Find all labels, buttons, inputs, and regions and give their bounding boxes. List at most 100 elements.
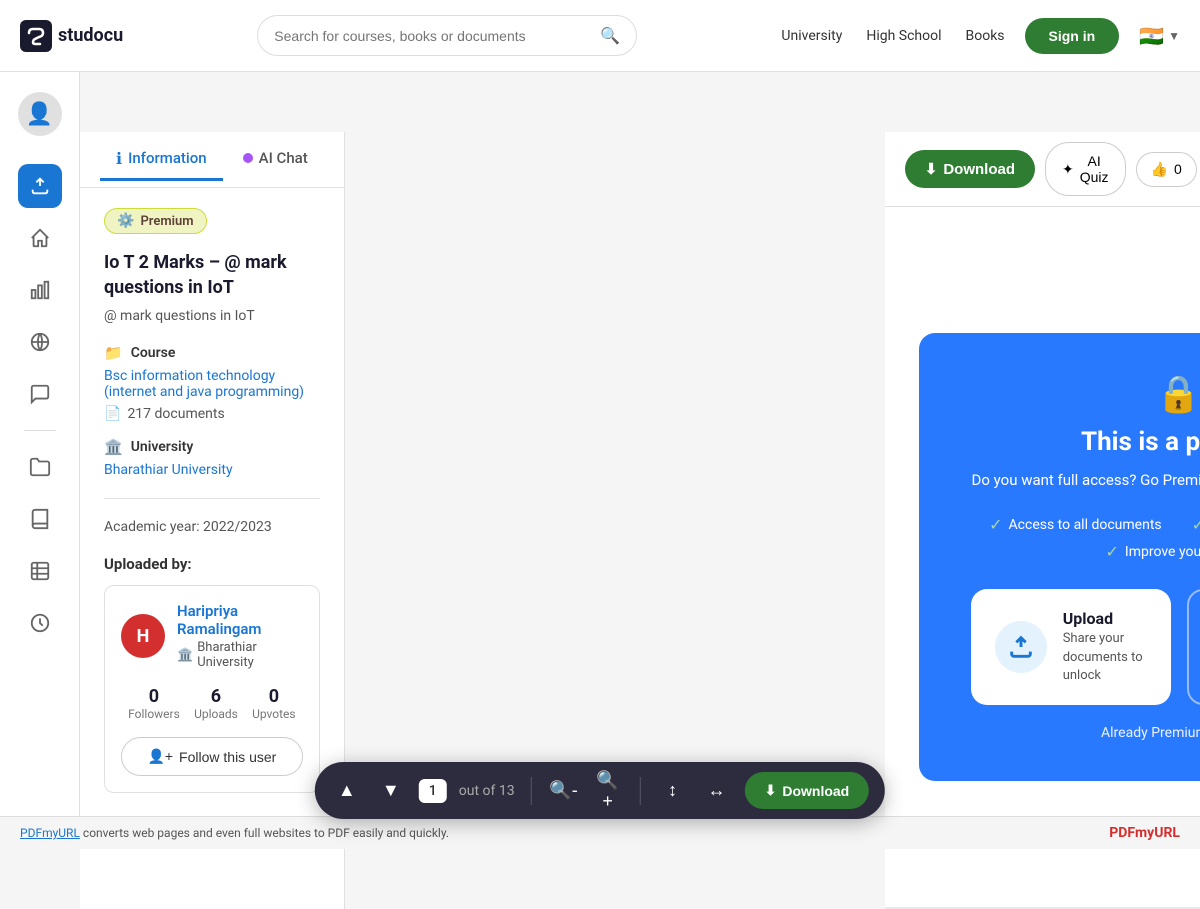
fit-width-button[interactable]: ↕	[657, 775, 689, 807]
preview-actions: Upload Share your documents to unlock ⚙️…	[969, 589, 1200, 705]
language-selector[interactable]: 🇮🇳 ▼	[1139, 24, 1180, 48]
sidebar-home-icon[interactable]	[18, 216, 62, 260]
icon-sidebar: 👤	[0, 72, 80, 849]
upload-card-desc: Share your documents to unlock	[1063, 630, 1147, 685]
preview-subtitle: Do you want full access? Go Premium and …	[969, 469, 1200, 492]
upvotes-count: 0	[252, 686, 296, 707]
footer-description: converts web pages and even full website…	[83, 826, 449, 840]
download-button-bottom[interactable]: ⬇ Download	[745, 772, 870, 809]
sidebar-globe-icon[interactable]	[18, 320, 62, 364]
bottom-navigation-bar: ▲ ▼ 1 out of 13 🔍- 🔍+ ↕ ↔ ⬇ Download	[315, 762, 885, 819]
scroll-down-button[interactable]: ▼	[375, 775, 407, 807]
document-icon: 📄	[104, 406, 121, 422]
main-content: ⬇ Download ✦ AI Quiz 👍 0 👎 🔖 Save ↪ Shar…	[885, 132, 1200, 909]
zoom-in-button[interactable]: 🔍+	[592, 775, 624, 807]
info-icon: ℹ	[116, 149, 122, 168]
download-button-top[interactable]: ⬇ Download	[905, 150, 1035, 188]
feature-downloads: ✓ Get Unlimited Downloads	[1192, 515, 1200, 534]
divider-1	[104, 498, 320, 499]
university-icon: 🏛️	[104, 438, 123, 456]
tab-information[interactable]: ℹ Information	[100, 139, 223, 181]
info-content: ⚙️ Premium Io T 2 Marks – @ mark questio…	[80, 188, 344, 813]
sidebar-booklet-icon[interactable]	[18, 549, 62, 593]
quiz-icon: ✦	[1062, 161, 1074, 178]
lock-icon: 🔒	[969, 373, 1200, 415]
uploader-avatar: H	[121, 614, 165, 658]
preview-card: 🔒 This is a preview Do you want full acc…	[919, 333, 1200, 781]
features-row-1: ✓ Access to all documents ✓ Get Unlimite…	[989, 515, 1200, 534]
check-icon-2: ✓	[1192, 515, 1200, 534]
preview-features: ✓ Access to all documents ✓ Get Unlimite…	[969, 515, 1200, 561]
flag-icon: 🇮🇳	[1139, 24, 1164, 48]
uploads-count: 6	[194, 686, 238, 707]
uploader-card: H Haripriya Ramalingam 🏛️ Bharathiar Uni…	[104, 585, 320, 793]
check-icon-1: ✓	[989, 515, 1002, 534]
document-action-bar: ⬇ Download ✦ AI Quiz 👍 0 👎 🔖 Save ↪ Shar…	[885, 132, 1200, 207]
page-total: out of 13	[459, 783, 515, 799]
uploader-stats: 0 Followers 6 Uploads 0 Upvotes	[121, 686, 303, 721]
check-icon-3: ✓	[1106, 542, 1119, 561]
sidebar-divider	[24, 430, 56, 431]
course-section: 📁 Course Bsc information technology (int…	[104, 344, 320, 422]
footer-text: PDFmyURL converts web pages and even ful…	[20, 826, 449, 840]
ai-dot-icon	[243, 153, 253, 163]
zoom-out-button[interactable]: 🔍-	[548, 775, 580, 807]
course-link[interactable]: Bsc information technology (internet and…	[104, 368, 304, 400]
sidebar-book-icon[interactable]	[18, 497, 62, 541]
feature-docs: ✓ Access to all documents	[989, 515, 1162, 534]
preview-title: This is a preview	[969, 427, 1200, 457]
document-subtitle: @ mark questions in IoT	[104, 308, 320, 324]
upload-action-card[interactable]: Upload Share your documents to unlock	[971, 589, 1171, 705]
feature-grades: ✓ Improve your grades	[1106, 542, 1200, 561]
scroll-up-button[interactable]: ▲	[331, 775, 363, 807]
university-link[interactable]: Bharathiar University	[104, 462, 233, 478]
signin-button[interactable]: Sign in	[1025, 18, 1120, 54]
followers-count: 0	[128, 686, 180, 707]
search-input[interactable]	[274, 28, 590, 44]
uploader-name[interactable]: Haripriya Ramalingam	[177, 602, 303, 638]
fit-height-button[interactable]: ↔	[701, 775, 733, 807]
uploader-info: Haripriya Ramalingam 🏛️ Bharathiar Unive…	[177, 602, 303, 670]
tab-ai-chat[interactable]: AI Chat	[227, 139, 324, 180]
upload-card-title: Upload	[1063, 609, 1147, 628]
thumbs-up-icon: 👍	[1151, 161, 1168, 178]
uploaded-by-label: Uploaded by:	[104, 555, 320, 573]
preview-login: Already Premium? Log in	[969, 725, 1200, 741]
document-area: LOG VER Raspberry Pi is a computer which…	[885, 207, 1200, 907]
followers-label: Followers	[128, 707, 180, 721]
preview-overlay: 🔒 This is a preview Do you want full acc…	[885, 207, 1200, 907]
navbar: studocu 🔍 University High School Books S…	[0, 0, 1200, 72]
upvote-button[interactable]: 👍 0	[1136, 152, 1197, 187]
nav-highschool[interactable]: High School	[866, 28, 941, 44]
upvotes-stat: 0 Upvotes	[252, 686, 296, 721]
nav-books[interactable]: Books	[966, 28, 1005, 44]
sidebar-chat-icon[interactable]	[18, 372, 62, 416]
premium-badge: ⚙️ Premium	[104, 208, 207, 234]
nav-university[interactable]: University	[781, 28, 842, 44]
nav-links: University High School Books	[781, 28, 1004, 44]
search-icon: 🔍	[600, 26, 620, 45]
info-panel: ℹ Information AI Chat ⚙️ Premium Io T 2 …	[80, 132, 345, 909]
sidebar-history-icon[interactable]	[18, 601, 62, 645]
download-icon-top: ⬇	[925, 160, 938, 178]
follow-user-button[interactable]: 👤+ Follow this user	[121, 737, 303, 776]
university-section: 🏛️ University Bharathiar University	[104, 438, 320, 478]
academic-year: Academic year: 2022/2023	[104, 519, 320, 535]
sidebar-folder-icon[interactable]	[18, 445, 62, 489]
follow-icon: 👤+	[147, 748, 173, 765]
document-title: Io T 2 Marks – @ mark questions in IoT	[104, 250, 320, 300]
uploads-stat: 6 Uploads	[194, 686, 238, 721]
user-avatar[interactable]: 👤	[18, 92, 62, 136]
university-label: 🏛️ University	[104, 438, 320, 456]
upload-card-icon	[995, 621, 1047, 673]
footer-strip: PDFmyURL converts web pages and even ful…	[0, 816, 1200, 849]
ai-quiz-button[interactable]: ✦ AI Quiz	[1045, 142, 1126, 196]
course-label: 📁 Course	[104, 344, 320, 362]
trial-action-card[interactable]: ⚙️ Free Trial Get 7 days of free Premium	[1187, 589, 1200, 705]
footer-link[interactable]: PDFmyURL	[20, 826, 80, 840]
sidebar-upload-icon[interactable]	[18, 164, 62, 208]
sidebar-stats-icon[interactable]	[18, 268, 62, 312]
logo[interactable]: studocu	[20, 20, 123, 52]
chevron-down-icon: ▼	[1168, 29, 1180, 43]
bar-divider-2	[640, 777, 641, 805]
